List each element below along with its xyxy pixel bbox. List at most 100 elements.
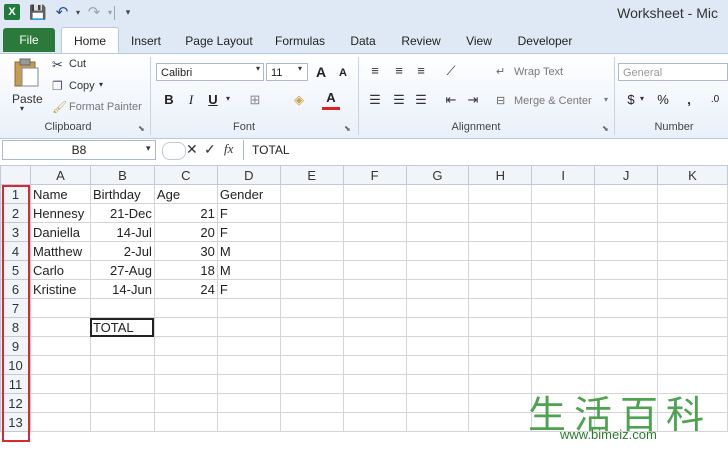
grid-cell[interactable]: 24 — [153, 279, 218, 299]
alignment-launcher-icon[interactable]: ⬊ — [602, 124, 609, 133]
grid-cell[interactable]: M — [216, 260, 281, 280]
grid-cell[interactable] — [279, 298, 344, 318]
grid-cell[interactable] — [657, 260, 728, 280]
cut-button[interactable]: Cut — [69, 58, 86, 70]
grid-cell[interactable] — [279, 241, 344, 261]
grid-cell[interactable] — [468, 336, 533, 356]
excel-logo-icon[interactable]: X — [4, 4, 20, 20]
copy-button[interactable]: Copy — [69, 80, 95, 92]
grid-cell[interactable] — [594, 336, 659, 356]
grid-cell[interactable] — [29, 412, 91, 432]
copy-icon[interactable]: ❐ — [52, 79, 63, 93]
grid-cell[interactable] — [216, 374, 281, 394]
grid-cell[interactable] — [657, 279, 728, 299]
grid-cell[interactable] — [89, 336, 155, 356]
column-header[interactable]: G — [405, 165, 470, 185]
grid-cell[interactable] — [29, 336, 91, 356]
tab-developer[interactable]: Developer — [514, 30, 576, 52]
insert-function-icon[interactable]: fx — [224, 141, 233, 157]
grid-cell[interactable] — [405, 393, 470, 413]
grid-cell[interactable] — [405, 355, 470, 375]
align-bottom-icon[interactable]: ≡ — [412, 62, 430, 80]
grid-cell[interactable] — [405, 298, 470, 318]
grid-cell[interactable] — [89, 412, 155, 432]
grid-cell[interactable] — [468, 298, 533, 318]
grid-cell[interactable] — [405, 241, 470, 261]
grid-cell[interactable] — [468, 203, 533, 223]
grid-cell[interactable] — [468, 241, 533, 261]
grid-cell[interactable] — [89, 374, 155, 394]
grid-cell[interactable] — [342, 355, 407, 375]
formula-input[interactable]: TOTAL — [243, 140, 728, 160]
grid-cell[interactable] — [342, 279, 407, 299]
number-format-select[interactable]: General — [618, 63, 728, 81]
grid-cell[interactable] — [153, 317, 218, 337]
grid-cell[interactable] — [657, 203, 728, 223]
grid-cell[interactable] — [405, 222, 470, 242]
italic-button[interactable]: I — [182, 91, 200, 109]
redo-dropdown-icon[interactable]: ▾ — [102, 4, 118, 20]
grid-cell[interactable] — [279, 260, 344, 280]
select-all-corner[interactable] — [0, 165, 31, 185]
align-middle-icon[interactable]: ≡ — [390, 62, 408, 80]
cut-icon[interactable]: ✂ — [52, 57, 63, 73]
grid-cell[interactable] — [594, 260, 659, 280]
grid-cell[interactable] — [468, 317, 533, 337]
grid-cell[interactable] — [405, 374, 470, 394]
grid-cell[interactable]: Gender — [216, 184, 281, 204]
grid-cell[interactable] — [531, 184, 596, 204]
grid-cell[interactable] — [279, 203, 344, 223]
grid-cell[interactable] — [279, 279, 344, 299]
grid-cell[interactable] — [279, 184, 344, 204]
grid-cell[interactable] — [342, 241, 407, 261]
grid-cell[interactable] — [594, 184, 659, 204]
font-name-dropdown-icon[interactable]: ▾ — [256, 64, 260, 73]
grid-cell[interactable] — [216, 355, 281, 375]
column-header[interactable]: F — [342, 165, 407, 185]
merge-center-icon[interactable]: ⊟ — [496, 94, 505, 107]
grid-cell[interactable] — [89, 298, 155, 318]
tab-file[interactable]: File — [3, 28, 55, 52]
name-box-dropdown-icon[interactable]: ▾ — [146, 143, 151, 154]
column-header[interactable]: A — [29, 165, 91, 185]
column-header[interactable]: C — [153, 165, 218, 185]
grid-cell[interactable] — [153, 336, 218, 356]
grid-cell[interactable]: 21 — [153, 203, 218, 223]
grow-font-button[interactable]: A — [312, 63, 330, 81]
grid-cell[interactable] — [342, 393, 407, 413]
grid-cell[interactable]: F — [216, 222, 281, 242]
format-painter-button[interactable]: Format Painter — [69, 101, 142, 113]
borders-icon[interactable]: ⊞ — [246, 91, 264, 109]
grid-cell[interactable] — [594, 317, 659, 337]
grid-cell[interactable] — [531, 336, 596, 356]
font-size-dropdown-icon[interactable]: ▾ — [298, 64, 302, 73]
grid-cell[interactable] — [405, 412, 470, 432]
column-header-selected[interactable]: B — [89, 165, 155, 185]
paste-button[interactable]: Paste — [12, 92, 43, 106]
grid-cell[interactable] — [405, 336, 470, 356]
grid-cell[interactable] — [342, 336, 407, 356]
save-icon[interactable]: 💾 — [29, 4, 46, 20]
grid-cell[interactable]: Age — [153, 184, 218, 204]
grid-cell[interactable] — [29, 298, 91, 318]
grid-cell[interactable] — [531, 203, 596, 223]
increase-decimal-icon[interactable]: .0 — [706, 91, 724, 109]
column-header[interactable]: E — [279, 165, 344, 185]
grid-cell[interactable] — [342, 374, 407, 394]
tab-data[interactable]: Data — [346, 30, 380, 52]
font-launcher-icon[interactable]: ⬊ — [344, 124, 351, 133]
increase-indent-icon[interactable]: ⇥ — [464, 91, 482, 109]
grid-cell[interactable]: 30 — [153, 241, 218, 261]
active-cell[interactable]: TOTAL — [89, 317, 155, 337]
grid-cell[interactable] — [405, 260, 470, 280]
tab-view[interactable]: View — [462, 30, 496, 52]
grid-cell[interactable] — [594, 241, 659, 261]
font-name-select[interactable]: Calibri — [156, 63, 264, 81]
paste-icon[interactable] — [12, 58, 40, 88]
clipboard-launcher-icon[interactable]: ⬊ — [138, 124, 145, 133]
grid-cell[interactable] — [279, 393, 344, 413]
shrink-font-button[interactable]: A — [334, 64, 352, 82]
grid-cell[interactable] — [279, 317, 344, 337]
grid-cell[interactable] — [279, 355, 344, 375]
grid-cell[interactable]: F — [216, 203, 281, 223]
